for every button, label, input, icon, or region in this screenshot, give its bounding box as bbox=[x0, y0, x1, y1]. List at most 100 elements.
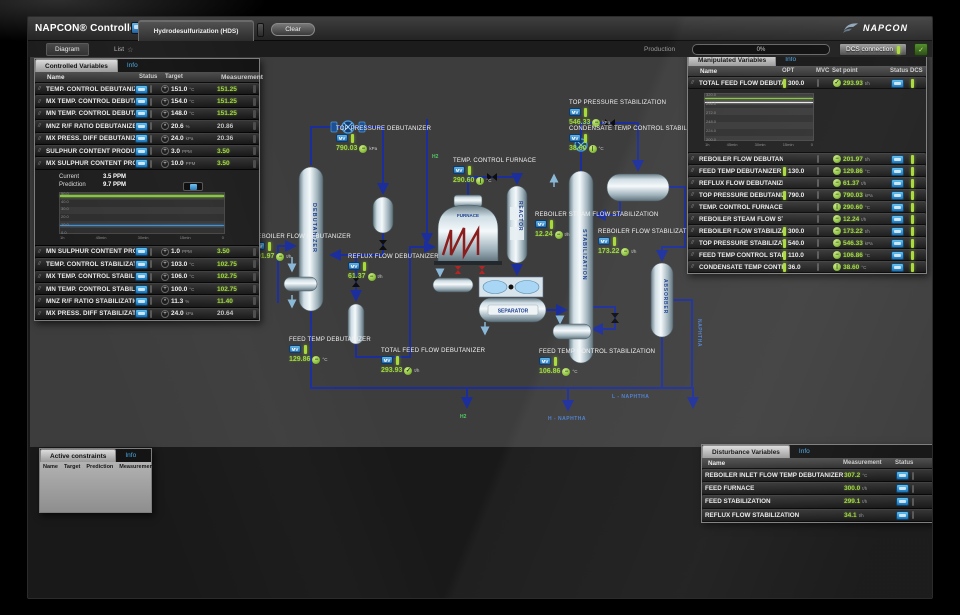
mv-trend-plot[interactable]: 320.0296.0272.0248.0224.0200.0 1h45min30… bbox=[704, 93, 814, 141]
setpoint-state-icon bbox=[368, 273, 376, 281]
process-tab[interactable]: Hydrodesulfurization (HDS) bbox=[138, 20, 254, 41]
dcs-bar bbox=[911, 239, 914, 248]
dv-row[interactable]: FEED STABILIZATION 299.1t/h bbox=[702, 495, 933, 508]
tab-ac-info[interactable]: Info bbox=[116, 449, 145, 462]
target-value: 106.0 bbox=[171, 273, 187, 280]
dcs-status-icon bbox=[891, 155, 904, 164]
cv-row[interactable]: MX TEMP. CONTROL STABILIZATION 106.0°C 1… bbox=[35, 271, 259, 283]
cv-row[interactable]: TEMP. CONTROL STABILIZATION 103.0°C 102.… bbox=[35, 258, 259, 270]
opt-bar bbox=[783, 263, 786, 272]
link-icon bbox=[38, 161, 46, 167]
dv-row[interactable]: FEED FURNACE 300.0t/h bbox=[702, 482, 933, 495]
mv-name: REBOILER FLOW STABILIZATION bbox=[699, 228, 783, 235]
setpoint-unit: t/h bbox=[865, 81, 870, 86]
clear-button[interactable]: Clear bbox=[271, 23, 315, 36]
cv-row[interactable]: MNZ R/F RATIO DEBUTANIZER 20.6% 20.86 bbox=[35, 120, 259, 132]
dcs-status-icon bbox=[891, 215, 904, 224]
link-icon bbox=[38, 286, 46, 292]
target-value: 1.0 bbox=[171, 248, 180, 255]
cv-row[interactable]: MX SULPHUR CONTENT PRODUCT 10.0PPM 3.50 bbox=[35, 157, 259, 169]
dv-measurement: 307.2 bbox=[844, 472, 860, 479]
mv-row[interactable]: TOP PRESSURE STABILIZATION 540.0 546.33k… bbox=[688, 237, 926, 249]
dv-row[interactable]: REBOILER INLET FLOW TEMP DEBUTANIZER 307… bbox=[702, 469, 933, 482]
mv-row[interactable]: FEED TEMP CONTROL STABILIZATION 110.0 10… bbox=[688, 249, 926, 261]
setpoint-state-icon bbox=[833, 215, 841, 223]
dcs-led-indicator bbox=[897, 46, 900, 54]
dv-row[interactable]: REFLUX FLOW STABILIZATION 34.1t/h bbox=[702, 509, 933, 522]
tab-disturbance-variables[interactable]: Disturbance Variables bbox=[702, 445, 790, 458]
cv-name: MN TEMP. CONTROL DEBUTANIZER bbox=[46, 110, 135, 117]
dcs-bar bbox=[911, 167, 914, 176]
tab-active-constraints[interactable]: Active constraints bbox=[40, 449, 116, 462]
trend-toggle[interactable] bbox=[183, 182, 203, 191]
diagram-tag[interactable]: TEMP. CONTROL FURNACE MV 290.60 °C bbox=[453, 158, 536, 185]
mv-row[interactable]: REBOILER FLOW DEBUTANIZER 201.97t/h bbox=[688, 153, 926, 165]
tag-name: FEED TEMP DEBUTANIZER bbox=[289, 337, 371, 343]
opt-value: 36.0 bbox=[788, 264, 801, 271]
dcs-status-icon bbox=[135, 159, 148, 168]
status-bar bbox=[912, 498, 914, 506]
tab-controlled-variables[interactable]: Controlled Variables bbox=[35, 59, 118, 72]
opt-value: 110.0 bbox=[788, 252, 804, 259]
cv-row[interactable]: MN TEMP. CONTROL STABILIZATION 100.0°C 1… bbox=[35, 283, 259, 295]
mv-chip-icon: MV bbox=[569, 134, 581, 142]
dcs-connection-button[interactable]: DCS connection bbox=[839, 43, 907, 56]
row-end-bar bbox=[253, 110, 256, 118]
cv-row[interactable]: MX TEMP. CONTROL DEBUTANIZER 154.0°C 151… bbox=[35, 95, 259, 107]
target-value: 10.0 bbox=[171, 160, 184, 167]
cv-row[interactable]: MX PRESS. DIFF STABILIZATION 24.0kPa 20.… bbox=[35, 308, 259, 320]
tab-cv-info[interactable]: Info bbox=[118, 59, 147, 72]
x-axis-tick: 0 bbox=[222, 235, 224, 240]
link-icon bbox=[38, 86, 46, 92]
cv-trend-plot[interactable]: 50.040.030.020.010.00.0 1h45min30min15mi… bbox=[59, 192, 225, 234]
diagram-tag[interactable]: REFLUX FLOW DEBUTANIZER MV 61.37 t/h bbox=[348, 254, 439, 281]
cv-row[interactable]: MX PRESS. DIFF DEBUTANIZER 24.0kPa 20.36 bbox=[35, 133, 259, 145]
measurement-value: 151.25 bbox=[217, 98, 251, 105]
mv-row[interactable]: FEED TEMP DEBUTANIZER 130.0 129.86°C bbox=[688, 165, 926, 177]
cv-name: MX TEMP. CONTROL STABILIZATION bbox=[46, 273, 135, 280]
dcs-status-icon bbox=[135, 85, 148, 94]
tag-unit: °C bbox=[486, 178, 491, 183]
mv-row[interactable]: REBOILER STEAM FLOW STABILIZATION 12.24t… bbox=[688, 213, 926, 225]
x-axis-tick: 1h bbox=[60, 235, 64, 240]
mv-row-expanded[interactable]: TOTAL FEED FLOW DEBUTANIZER 300.0 293.93… bbox=[688, 77, 926, 89]
status-ok-button[interactable]: ✓ bbox=[914, 43, 928, 56]
napcon-logo: NAPCON bbox=[842, 22, 908, 34]
mv-row[interactable]: TEMP. CONTROL FURNACE 290.60°C bbox=[688, 201, 926, 213]
diagram-tag[interactable]: REBOILER FLOW STABILIZATION MV 173.22 t/… bbox=[598, 229, 698, 256]
target-value: 3.0 bbox=[171, 148, 180, 155]
dv-unit: °C bbox=[862, 473, 867, 478]
link-icon bbox=[691, 192, 699, 198]
tag-value: 290.60 bbox=[453, 177, 474, 184]
mv-row[interactable]: TOP PRESSURE DEBUTANIZER 790.0 790.03kPa bbox=[688, 189, 926, 201]
mv-row[interactable]: REFLUX FLOW DEBUTANIZER 61.37t/h bbox=[688, 177, 926, 189]
tab-list[interactable]: List ☆ bbox=[106, 43, 141, 56]
row-end-bar bbox=[253, 248, 256, 256]
opt-bar bbox=[783, 227, 786, 236]
setpoint-unit: kPa bbox=[865, 193, 873, 198]
cv-row[interactable]: TEMP. CONTROL DEBUTANIZER 151.0°C 151.25 bbox=[35, 83, 259, 95]
tab-overflow-button[interactable] bbox=[257, 23, 264, 37]
cv-row[interactable]: MN SULPHUR CONTENT PRODUCT 1.0PPM 3.50 bbox=[35, 246, 259, 258]
opt-bar bbox=[783, 251, 786, 260]
diagram-tag[interactable]: TOTAL FEED FLOW DEBUTANIZER MV 293.93 t/… bbox=[381, 348, 485, 375]
tag-unit: °C bbox=[572, 369, 577, 374]
cv-row[interactable]: MNZ R/F RATIO STABILIZATION 11.3% 11.40 bbox=[35, 295, 259, 307]
diagram-tag[interactable]: REBOILER FLOW DEBUTANIZER MV 201.97 t/h bbox=[253, 234, 351, 261]
cv-row[interactable]: MN TEMP. CONTROL DEBUTANIZER 148.0°C 151… bbox=[35, 108, 259, 120]
dv-panel-tabs: Disturbance Variables Info bbox=[702, 445, 933, 458]
tab-diagram[interactable]: Diagram bbox=[46, 43, 89, 56]
diagram-tag[interactable]: FEED TEMP CONTROL STABILIZATION MV 106.8… bbox=[539, 349, 655, 376]
mv-row[interactable]: REBOILER FLOW STABILIZATION 300.0 173.22… bbox=[688, 225, 926, 237]
mv-row[interactable]: CONDENSATE TEMP CONTROL STABILIZATION 36… bbox=[688, 261, 926, 273]
dv-name: REFLUX FLOW STABILIZATION bbox=[705, 512, 844, 519]
tab-dv-info[interactable]: Info bbox=[790, 445, 819, 458]
target-unit: °C bbox=[189, 111, 194, 116]
diagram-tag[interactable]: TOP PRESSURE STABILIZATION MV 546.33 kPa bbox=[569, 100, 666, 127]
trend-line bbox=[705, 98, 813, 100]
diagram-tag[interactable]: FEED TEMP DEBUTANIZER MV 129.86 °C bbox=[289, 337, 371, 364]
dcs-status-icon bbox=[135, 272, 148, 281]
setpoint-unit: kPa bbox=[865, 241, 873, 246]
diagram-tag[interactable]: TOP PRESSURE DEBUTANIZER MV 790.03 kPa bbox=[336, 126, 431, 153]
cv-row[interactable]: SULPHUR CONTENT PRODUCT 3.0PPM 3.50 bbox=[35, 145, 259, 157]
